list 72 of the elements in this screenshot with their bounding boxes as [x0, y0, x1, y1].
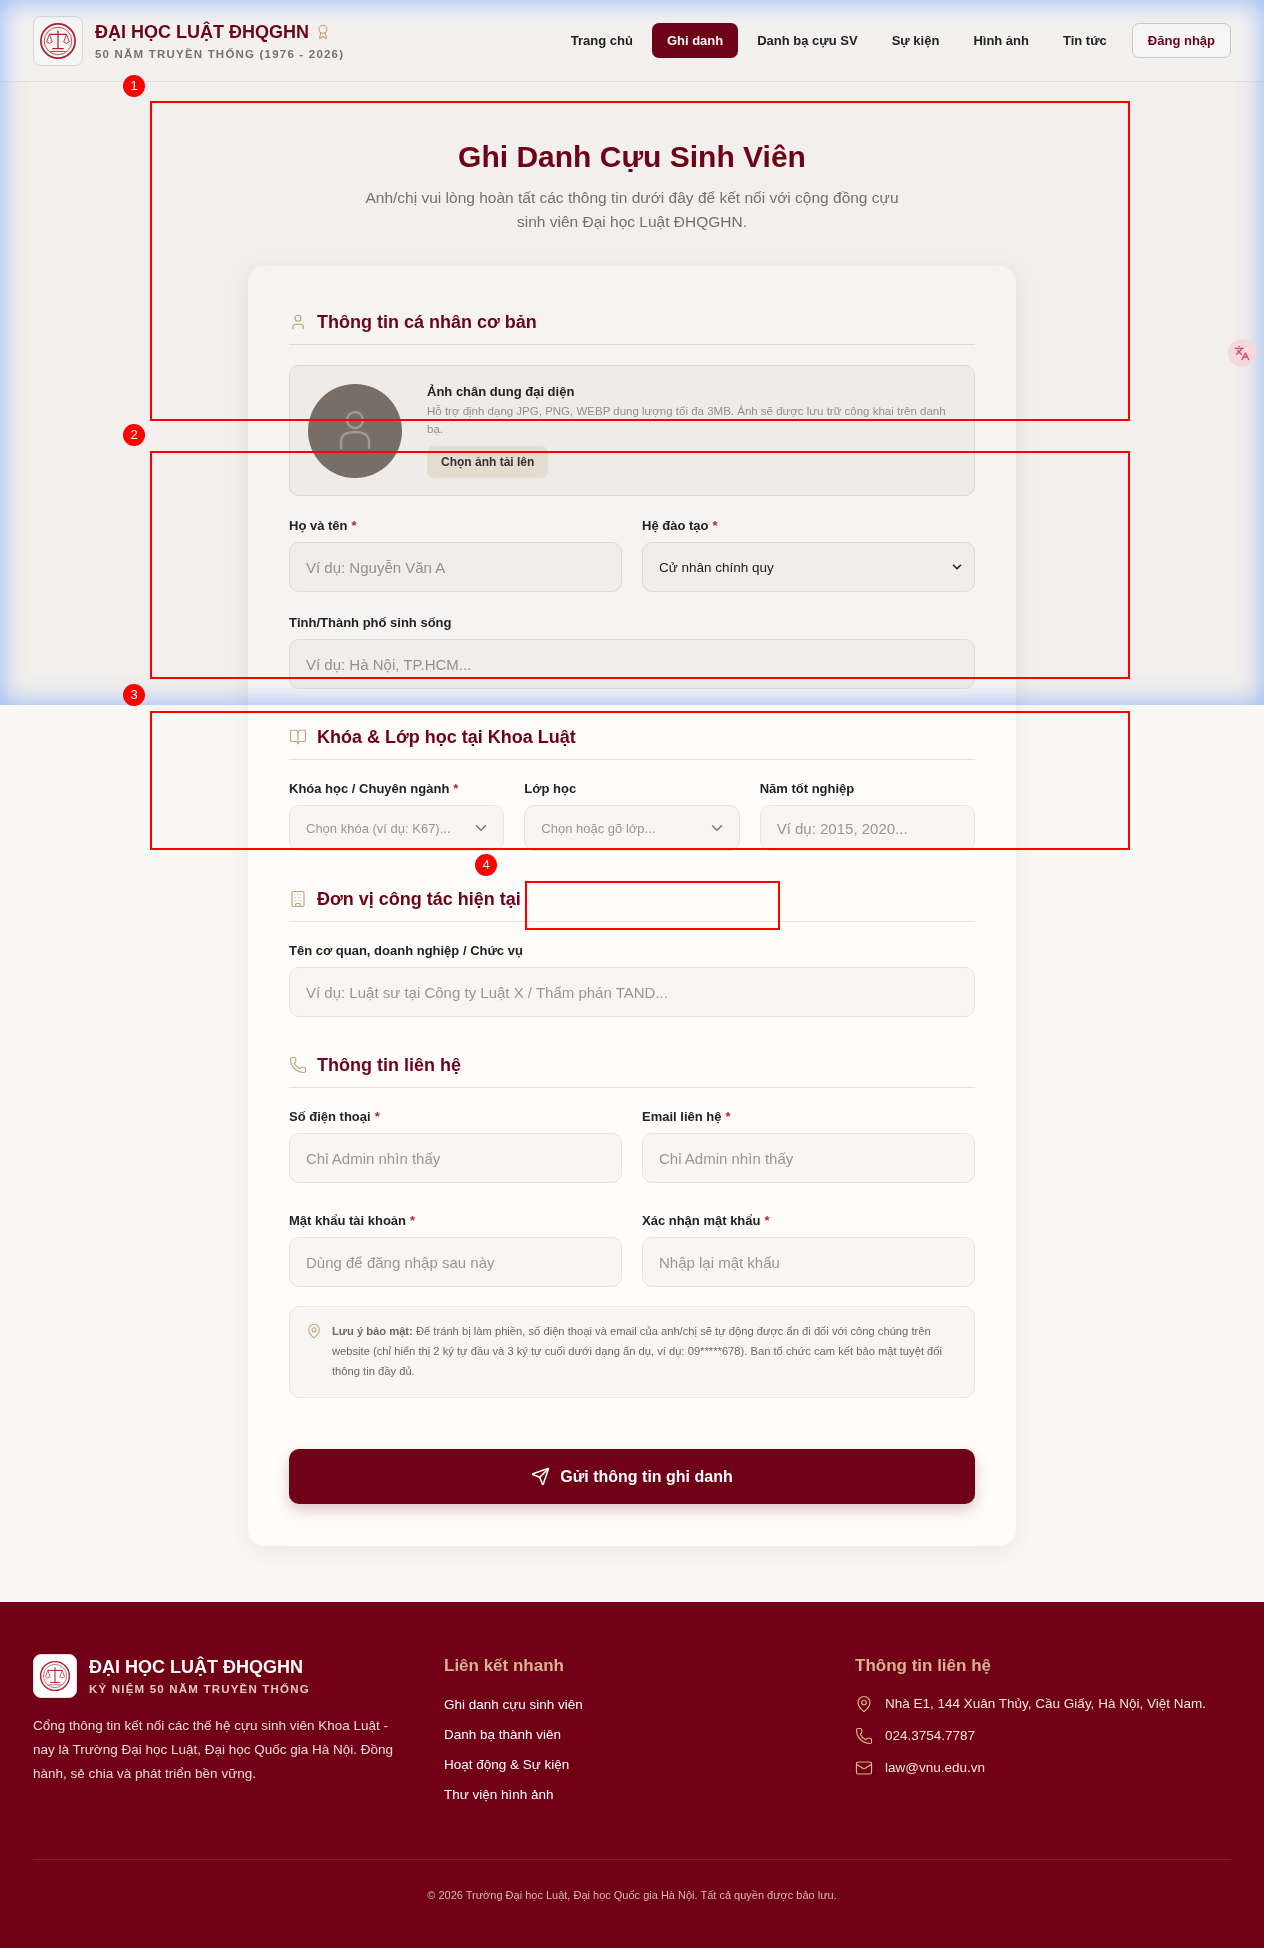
contact-text: law@vnu.edu.vn [885, 1759, 985, 1777]
avatar-placeholder-icon [308, 383, 402, 478]
select-field[interactable]: Cử nhân chính quy [642, 542, 975, 592]
nav-link[interactable]: Sự kiện [876, 23, 955, 58]
upload-title: Ảnh chân dung đại diện [427, 383, 575, 401]
privacy-note: Lưu ý bảo mật: Để tránh bị làm phiền, số điện thoại và email của anh/chị sẽ tự động được ẩn đi đối với công chúng trên website (chỉ hiển thị 2 ký tự đầu và 3 ký tự cuối dưới dạng ẩn dụ, ví dụ: 09*****678). Ban tổ chức cam kết bảo mật tuyệt đối thông tin đầy đủ. [332, 1324, 944, 1379]
scales-logo-icon [33, 15, 83, 66]
footer-link[interactable]: Hoạt động & Sự kiện [444, 1755, 583, 1775]
input-field[interactable]: Ví dụ: Nguyễn Văn A [289, 542, 622, 592]
input-field[interactable]: Chỉ Admin nhìn thấy [289, 1133, 622, 1183]
footer-link[interactable]: Danh bạ thành viên [444, 1725, 583, 1745]
footer-heading: Liên kết nhanh [444, 1655, 564, 1677]
field-label: Tỉnh/Thành phố sinh sống [289, 614, 453, 632]
book-icon [289, 728, 307, 746]
annotation-marker: 3 [123, 684, 145, 706]
field-label: Khóa học / Chuyên ngành * [289, 780, 460, 798]
brand-subtitle: 50 NĂM TRUYỀN THỐNG (1976 - 2026) [95, 46, 345, 61]
contact-text: 024.3754.7787 [885, 1727, 976, 1745]
annotation-marker: 1 [123, 75, 145, 97]
contact-text: Nhà E1, 144 Xuân Thủy, Cầu Giấy, Hà Nội, Việt Nam. [885, 1695, 1206, 1713]
field-label: Mật khẩu tài khoản * [289, 1212, 417, 1230]
section-title: Thông tin cá nhân cơ bản [317, 311, 537, 334]
nav-link[interactable]: Trang chủ [555, 23, 648, 58]
footer-heading: Thông tin liên hệ [855, 1655, 991, 1677]
field-label: Năm tốt nghiệp [759, 780, 856, 798]
input-field[interactable]: Dùng để đăng nhập sau này [289, 1237, 622, 1287]
combobox-field[interactable]: Chọn khóa (ví dụ: K67)... [289, 805, 505, 851]
input-field[interactable]: Nhập lại mật khẩu [642, 1237, 975, 1287]
section-title: Đơn vị công tác hiện tại [317, 888, 521, 911]
page-title: Ghi Danh Cựu Sinh Viên [458, 139, 806, 175]
field-label: Số điện thoại * [289, 1108, 381, 1126]
user-icon [289, 313, 307, 331]
field-label: Email liên hệ * [642, 1108, 732, 1126]
field-label: Tên cơ quan, doanh nghiệp / Chức vụ [289, 942, 524, 960]
building-icon [289, 890, 307, 908]
map-pin-icon [306, 1323, 322, 1339]
nav-link[interactable]: Tin tức [1048, 23, 1122, 58]
mail-icon [855, 1759, 873, 1777]
footer-description: Cổng thông tin kết nối các thế hệ cựu sinh viên Khoa Luật - nay là Trường Đại học Luật, Đại học Quốc gia Hà Nội. Đồng hành, sẻ chia và phát triển bền vững. [33, 1717, 395, 1783]
scales-logo-icon [33, 1654, 77, 1698]
page-subtitle: Anh/chị vui lòng hoàn tất các thông tin dưới đây để kết nối với cộng đồng cựu sinh viên Đại học Luật ĐHQGHN. [364, 188, 900, 232]
footer-link[interactable]: Ghi danh cựu sinh viên [444, 1695, 583, 1715]
phone-icon [855, 1727, 873, 1745]
submit-button[interactable]: Gửi thông tin ghi danh [289, 1449, 975, 1504]
award-icon [315, 23, 331, 40]
brand-title: ĐẠI HỌC LUẬT ĐHQGHN [95, 20, 309, 43]
input-field[interactable]: Chỉ Admin nhìn thấy [642, 1133, 975, 1183]
combobox-field[interactable]: Chọn hoặc gõ lớp... [524, 805, 740, 851]
field-label: Lớp học [524, 780, 578, 798]
field-label: Họ và tên * [289, 517, 358, 535]
field-label: Xác nhận mật khẩu * [642, 1212, 771, 1230]
translate-icon[interactable] [1228, 339, 1256, 367]
nav-link[interactable]: Hình ảnh [958, 23, 1044, 58]
footer-brand-subtitle: KỶ NIỆM 50 NĂM TRUYỀN THỐNG [89, 1682, 310, 1696]
section-title: Thông tin liên hệ [317, 1054, 461, 1077]
input-field[interactable]: Ví dụ: 2015, 2020... [759, 805, 975, 851]
send-icon [531, 1467, 551, 1486]
footer-brand-title: ĐẠI HỌC LUẬT ĐHQGHN [89, 1656, 304, 1678]
phone-icon [289, 1056, 307, 1074]
upload-button[interactable]: Chọn ảnh tải lên [427, 446, 549, 478]
section-title: Khóa & Lớp học tại Khoa Luật [317, 726, 576, 749]
field-label: Hệ đào tạo * [642, 517, 719, 535]
input-field[interactable]: Ví dụ: Luật sư tại Công ty Luật X / Thẩm phán TAND... [289, 967, 975, 1017]
map-pin-icon [855, 1695, 873, 1713]
nav-link[interactable]: Ghi danh [651, 23, 739, 58]
login-button[interactable]: Đăng nhập [1131, 23, 1231, 58]
annotation-marker: 2 [123, 424, 145, 446]
input-field[interactable]: Ví dụ: Hà Nội, TP.HCM... [289, 639, 975, 689]
copyright-text: © 2026 Trường Đại học Luật, Đại học Quốc gia Hà Nội. Tất cả quyền được bảo lưu. [426, 1888, 838, 1903]
nav-link[interactable]: Danh bạ cựu SV [742, 23, 873, 58]
footer-link[interactable]: Thư viện hình ảnh [444, 1785, 583, 1805]
upload-hint: Hỗ trợ định dạng JPG, PNG, WEBP dung lượng tối đa 3MB. Ảnh sẽ được lưu trữ công khai trên danh bạ. [427, 404, 947, 437]
